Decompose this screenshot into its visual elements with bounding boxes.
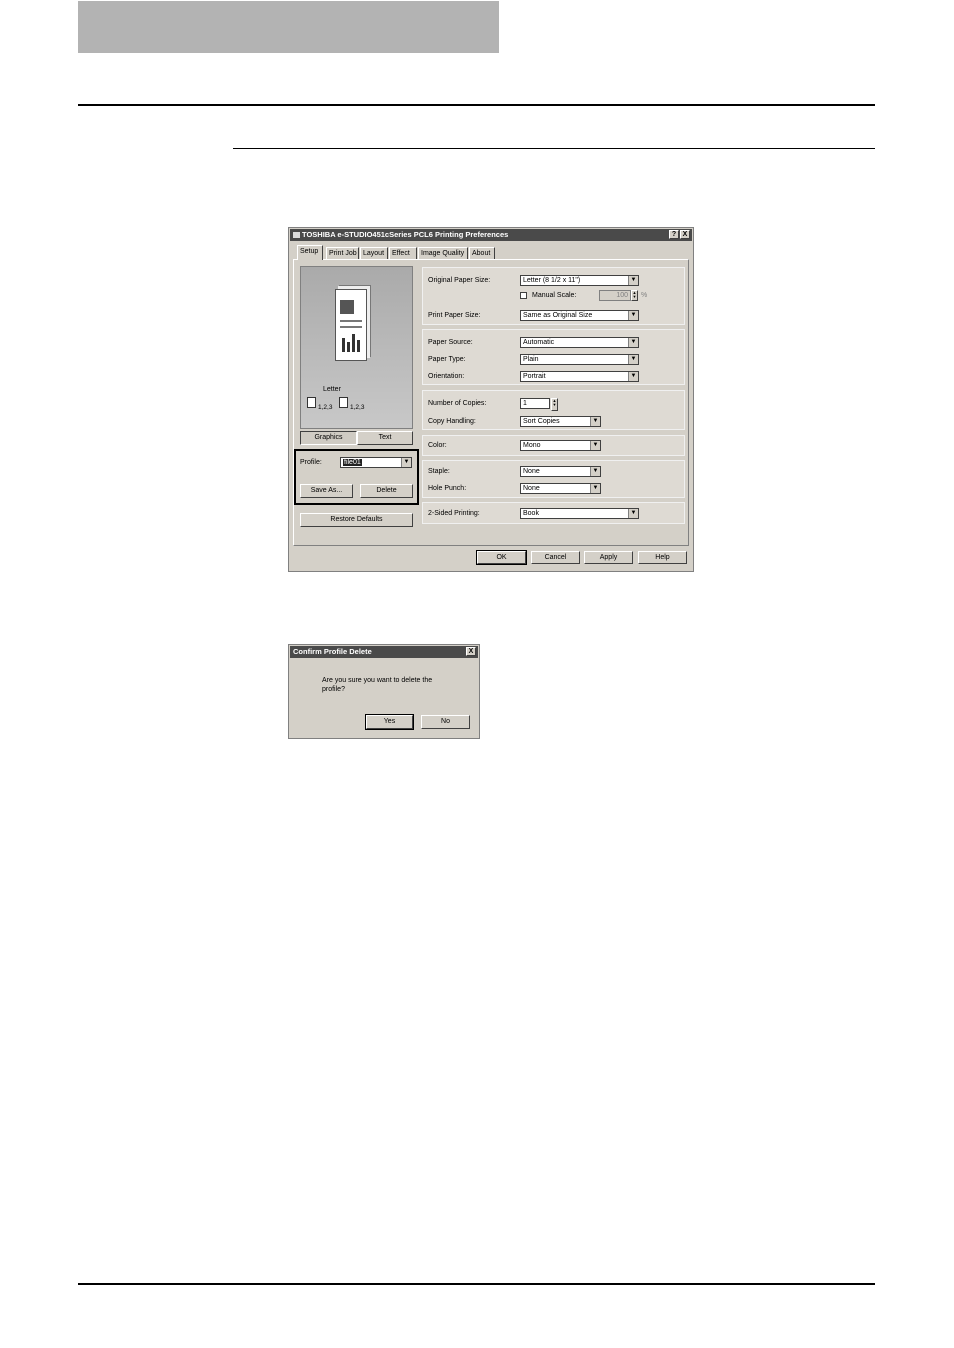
copy-handling-label: Copy Handling: <box>428 418 476 425</box>
paper-type-label: Paper Type: <box>428 356 466 363</box>
hole-punch-label: Hole Punch: <box>428 485 467 492</box>
profile-combo[interactable]: file01 ▼ <box>340 457 412 468</box>
orientation-combo[interactable]: Portrait ▼ <box>520 371 639 382</box>
top-rule <box>78 104 875 106</box>
orientation-label: Orientation: <box>428 373 465 380</box>
help-title-button[interactable]: ? <box>669 230 679 239</box>
tab-effect[interactable]: Effect <box>389 247 417 259</box>
printing-preferences-dialog: TOSHIBA e-STUDIO451cSeries PCL6 Printing… <box>288 227 694 572</box>
manual-scale-input[interactable]: 100 <box>599 290 631 301</box>
paper-type-value: Plain <box>523 356 539 363</box>
tab-image-quality[interactable]: Image Quality <box>418 247 468 259</box>
help-button[interactable]: Help <box>638 551 687 564</box>
hole-punch-combo[interactable]: None ▼ <box>520 483 601 494</box>
color-group: Color: Mono ▼ <box>422 435 685 456</box>
text-view-button[interactable]: Text <box>357 431 413 445</box>
manual-scale-spinner[interactable]: ▲ ▼ <box>631 290 638 301</box>
no-button[interactable]: No <box>421 715 470 729</box>
header-bar <box>78 1 499 53</box>
paper-source-value: Automatic <box>523 339 555 346</box>
color-combo[interactable]: Mono ▼ <box>520 440 601 451</box>
copies-icon <box>339 397 348 408</box>
chevron-down-icon: ▼ <box>628 355 638 364</box>
two-sided-group: 2-Sided Printing: Book ▼ <box>422 502 685 524</box>
paper-source-combo[interactable]: Automatic ▼ <box>520 337 639 348</box>
print-paper-size-value: Same as Original Size <box>523 312 593 319</box>
bottom-rule <box>78 1283 875 1285</box>
print-paper-size-combo[interactable]: Same as Original Size ▼ <box>520 310 639 321</box>
restore-defaults-button[interactable]: Restore Defaults <box>300 513 413 527</box>
staple-label: Staple: <box>428 468 450 475</box>
original-paper-size-label: Original Paper Size: <box>428 277 491 284</box>
confirm-titlebar: Confirm Profile Delete X <box>290 646 478 658</box>
ok-button[interactable]: OK <box>476 550 527 565</box>
setup-panel: Letter 1,2,3 1,2,3 Graphics Text Profile… <box>293 259 689 546</box>
chevron-down-icon: ▼ <box>628 311 638 320</box>
original-paper-size-combo[interactable]: Letter (8 1/2 x 11") ▼ <box>520 275 639 286</box>
paper-source-label: Paper Source: <box>428 339 473 346</box>
copies-label-1: 1,2,3 <box>318 404 333 411</box>
chevron-down-icon: ▼ <box>590 484 600 493</box>
yes-button[interactable]: Yes <box>365 714 414 730</box>
chevron-down-icon: ▼ <box>590 467 600 476</box>
dialog-titlebar: TOSHIBA e-STUDIO451cSeries PCL6 Printing… <box>290 229 692 241</box>
copies-label-2: 1,2,3 <box>350 404 365 411</box>
original-paper-size-value: Letter (8 1/2 x 11") <box>523 277 581 284</box>
graphics-view-button[interactable]: Graphics <box>300 431 357 445</box>
tab-print-job[interactable]: Print Job <box>326 247 359 259</box>
cancel-button[interactable]: Cancel <box>531 551 580 564</box>
manual-scale-label: Manual Scale: <box>532 292 577 299</box>
color-label: Color: <box>428 442 447 449</box>
chevron-down-icon: ▼ <box>590 441 600 450</box>
orientation-value: Portrait <box>523 373 546 380</box>
paper-type-combo[interactable]: Plain ▼ <box>520 354 639 365</box>
copies-icon <box>307 397 316 408</box>
two-sided-label: 2-Sided Printing: <box>428 510 480 517</box>
staple-value: None <box>523 468 540 475</box>
paper-preview: Letter 1,2,3 1,2,3 <box>300 266 413 429</box>
close-title-button[interactable]: X <box>680 230 690 239</box>
tab-about[interactable]: About <box>469 247 495 259</box>
copies-spinner[interactable]: ▲ ▼ <box>551 398 558 411</box>
confirm-close-button[interactable]: X <box>466 647 476 656</box>
confirm-profile-delete-dialog: Confirm Profile Delete X Are you sure yo… <box>288 644 480 739</box>
chevron-down-icon: ▼ <box>628 372 638 381</box>
color-value: Mono <box>523 442 541 449</box>
hole-punch-value: None <box>523 485 540 492</box>
number-of-copies-input[interactable]: 1 <box>520 398 550 409</box>
tab-setup[interactable]: Setup <box>297 245 323 260</box>
document-illustration <box>335 289 367 361</box>
confirm-title: Confirm Profile Delete <box>293 647 372 656</box>
two-sided-value: Book <box>523 510 539 517</box>
printer-icon <box>293 232 300 239</box>
paper-size-label: Letter <box>323 386 341 393</box>
manual-scale-checkbox[interactable] <box>520 292 527 299</box>
paper-size-group: Original Paper Size: Letter (8 1/2 x 11"… <box>422 267 685 325</box>
paper-source-group: Paper Source: Automatic ▼ Paper Type: Pla… <box>422 329 685 385</box>
chevron-down-icon: ▼ <box>628 338 638 347</box>
print-paper-size-label: Print Paper Size: <box>428 312 481 319</box>
profile-label: Profile: <box>300 459 322 466</box>
confirm-message-line1: Are you sure you want to delete the <box>322 677 433 684</box>
chevron-down-icon: ▼ <box>590 417 600 426</box>
chevron-down-icon: ▼ <box>628 276 638 285</box>
copy-handling-combo[interactable]: Sort Copies ▼ <box>520 416 601 427</box>
staple-combo[interactable]: None ▼ <box>520 466 601 477</box>
profile-value: file01 <box>343 459 362 466</box>
number-of-copies-label: Number of Copies: <box>428 400 487 407</box>
dialog-title: TOSHIBA e-STUDIO451cSeries PCL6 Printing… <box>302 230 509 239</box>
delete-profile-button[interactable]: Delete <box>360 484 413 498</box>
tab-layout[interactable]: Layout <box>360 247 388 259</box>
confirm-message-line2: profile? <box>322 686 345 693</box>
apply-button[interactable]: Apply <box>584 551 633 564</box>
chevron-down-icon: ▼ <box>401 458 411 467</box>
two-sided-combo[interactable]: Book ▼ <box>520 508 639 519</box>
section-rule <box>233 148 875 149</box>
save-as-button[interactable]: Save As... <box>300 484 353 498</box>
copies-group: Number of Copies: 1 ▲ ▼ Copy Handling: So… <box>422 390 685 430</box>
chevron-down-icon: ▼ <box>628 509 638 518</box>
manual-scale-unit: % <box>641 292 648 299</box>
copy-handling-value: Sort Copies <box>523 418 560 425</box>
finishing-group: Staple: None ▼ Hole Punch: None ▼ <box>422 460 685 498</box>
